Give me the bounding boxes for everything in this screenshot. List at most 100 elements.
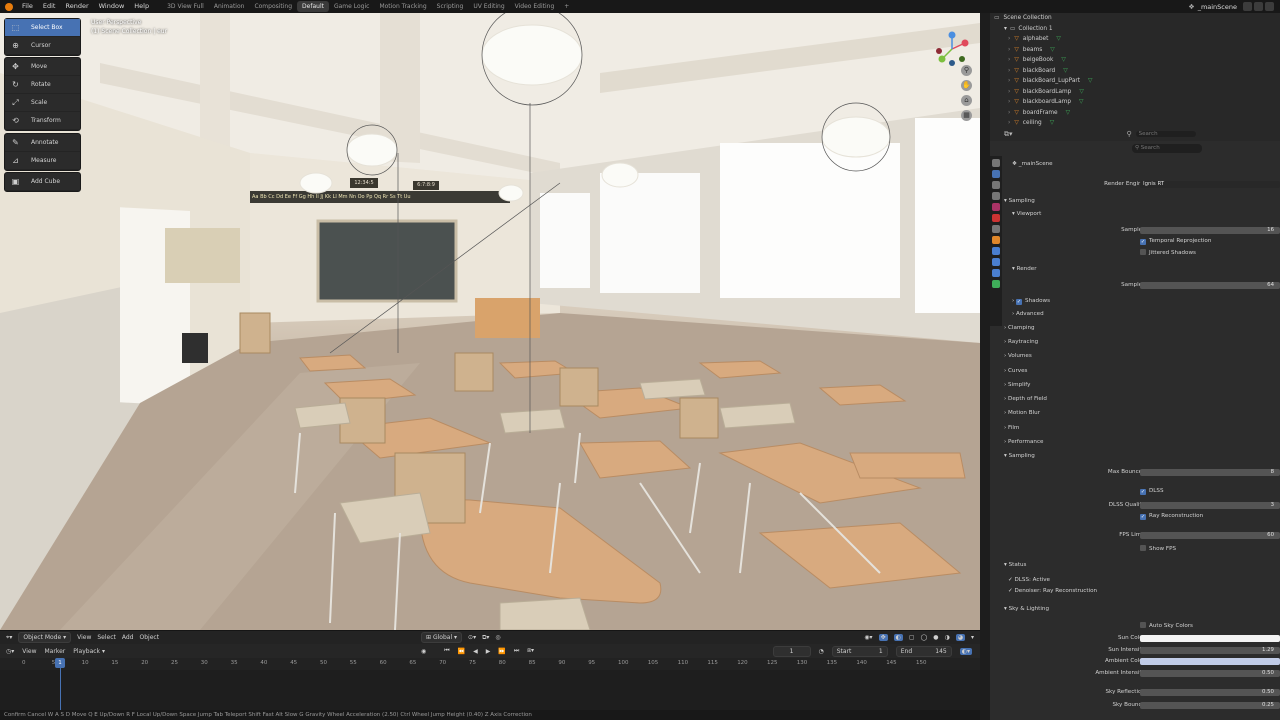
sky-reflection-field[interactable]: 0.50 <box>1140 689 1280 696</box>
frame-ruler[interactable]: 0 5 10 15 20 25 30 35 40 45 50 55 60 65 70 75 80 85 90 95 10… <box>0 658 980 670</box>
panel-raytracing[interactable]: › Raytracing <box>1004 339 1038 345</box>
view-layer-tab-icon[interactable] <box>992 192 1000 200</box>
timeline-editor-icon[interactable]: ◷▾ <box>6 648 14 655</box>
outliner-item[interactable]: › ▽ beams ▽ <box>990 45 1280 56</box>
fps-limit-field[interactable]: 60 <box>1140 532 1280 539</box>
expand-arrow-icon[interactable]: › <box>1008 120 1010 126</box>
panel-sky-lighting[interactable]: ▾ Sky & Lighting <box>1004 606 1049 612</box>
expand-arrow-icon[interactable]: › <box>1008 57 1010 63</box>
tool-scale[interactable]: ⤢ Scale <box>5 94 80 112</box>
new-scene-icon[interactable] <box>1243 2 1252 11</box>
tool-measure[interactable]: ⊿ Measure <box>5 152 80 170</box>
tool-move[interactable]: ✥ Move <box>5 58 80 76</box>
menu-select[interactable]: Select <box>97 634 116 641</box>
next-key-icon[interactable]: ⏩ <box>498 648 505 655</box>
expand-arrow-icon[interactable]: ▾ <box>1004 26 1007 32</box>
expand-arrow-icon[interactable]: › <box>1008 110 1010 116</box>
show-fps-checkbox[interactable]: Show FPS <box>1140 545 1176 552</box>
expand-arrow-icon[interactable]: › <box>1008 36 1010 42</box>
collection-tab-icon[interactable] <box>992 225 1000 233</box>
jump-start-icon[interactable]: ⏮ <box>444 647 449 655</box>
tab-game-logic[interactable]: Game Logic <box>329 0 374 13</box>
ray-reconstruction-checkbox[interactable]: ✓ Ray Reconstruction <box>1140 513 1203 520</box>
delete-scene-icon[interactable] <box>1254 2 1263 11</box>
expand-arrow-icon[interactable]: › <box>1008 89 1010 95</box>
temporal-reprojection-checkbox[interactable]: ✓ Temporal Reprojection <box>1140 238 1211 245</box>
expand-arrow-icon[interactable]: › <box>1008 99 1010 105</box>
panel-sampling[interactable]: ▾ Sampling <box>1004 198 1035 204</box>
tab-uv-editing[interactable]: UV Editing <box>468 0 509 13</box>
outliner-item[interactable]: › ▽ boardFrame ▽ <box>990 108 1280 119</box>
xray-icon[interactable]: ▢ <box>909 634 915 641</box>
menu-add[interactable]: Add <box>122 634 134 641</box>
shading-solid-icon[interactable]: ● <box>933 634 938 641</box>
ambient-color-swatch[interactable] <box>1140 658 1280 665</box>
tool-add-cube[interactable]: ▣ Add Cube <box>5 173 80 191</box>
jittered-shadows-checkbox[interactable]: Jittered Shadows <box>1140 249 1196 256</box>
tool-cursor[interactable]: ⊕ Cursor <box>5 37 80 55</box>
menu-object[interactable]: Object <box>140 634 160 641</box>
dlss-checkbox[interactable]: ✓ DLSS <box>1140 488 1164 495</box>
subpanel-advanced[interactable]: › Advanced <box>1012 311 1044 317</box>
snap-icon[interactable]: ⧉▾ <box>482 634 489 642</box>
proportional-edit-icon[interactable]: ◎ <box>495 634 500 641</box>
subpanel-shadows[interactable]: › ✓ Shadows <box>1012 298 1050 305</box>
outliner-item[interactable]: › ▽ blackboardLamp ▽ <box>990 97 1280 108</box>
playback-dropdown[interactable]: Playback ▾ <box>73 648 105 655</box>
orientation-dropdown[interactable]: ⊞ Global ▾ <box>421 632 463 643</box>
auto-sky-colors-checkbox[interactable]: Auto Sky Colors <box>1140 622 1193 629</box>
render-tab-icon[interactable] <box>992 170 1000 178</box>
jump-end-icon[interactable]: ⏭ <box>514 647 519 655</box>
shading-options-icon[interactable]: ▾ <box>971 634 974 641</box>
preview-range-icon[interactable]: ◔ <box>819 648 824 655</box>
add-workspace-button[interactable]: + <box>559 0 574 13</box>
panel-status[interactable]: ▾ Status <box>1004 562 1026 568</box>
perspective-toggle-icon[interactable]: ▦ <box>961 110 972 121</box>
outliner-item[interactable]: › ▽ ceiling ▽ <box>990 118 1280 129</box>
panel-film[interactable]: › Film <box>1004 425 1019 431</box>
panel-volumes[interactable]: › Volumes <box>1004 353 1032 359</box>
subpanel-viewport[interactable]: ▾ Viewport <box>1012 211 1041 217</box>
view-layer-icon[interactable] <box>1265 2 1274 11</box>
timeline-menu-view[interactable]: View <box>22 648 36 655</box>
visibility-icon[interactable]: ◉▾ <box>864 634 872 641</box>
outliner-item[interactable]: › ▽ beigeBook ▽ <box>990 55 1280 66</box>
play-icon[interactable]: ▶ <box>486 648 491 655</box>
tool-annotate[interactable]: ✎ Annotate <box>5 134 80 152</box>
menu-view[interactable]: View <box>77 634 91 641</box>
menu-edit[interactable]: Edit <box>38 0 61 13</box>
shading-material-icon[interactable]: ◑ <box>944 634 949 641</box>
blender-logo-icon[interactable] <box>5 2 13 11</box>
outliner-root[interactable]: ▭ Scene Collection <box>990 13 1280 24</box>
outliner-item[interactable]: › ▽ blackBoard_LupPart ▽ <box>990 76 1280 87</box>
outliner-item[interactable]: › ▽ blackBoard ▽ <box>990 66 1280 77</box>
tool-transform[interactable]: ⟲ Transform <box>5 112 80 130</box>
data-tab-icon[interactable] <box>992 280 1000 288</box>
tool-tab-icon[interactable] <box>992 159 1000 167</box>
tab-video-editing[interactable]: Video Editing <box>510 0 560 13</box>
camera-view-icon[interactable]: ⌂ <box>961 95 972 106</box>
timeline-menu-marker[interactable]: Marker <box>45 648 66 655</box>
tab-motion-tracking[interactable]: Motion Tracking <box>374 0 431 13</box>
keying-icon[interactable]: ⧈▾ <box>527 647 534 655</box>
tab-compositing[interactable]: Compositing <box>249 0 297 13</box>
pan-icon[interactable]: ✋ <box>961 80 972 91</box>
menu-help[interactable]: Help <box>129 0 154 13</box>
editor-type-icon[interactable]: ⌖▾ <box>6 634 12 642</box>
menu-file[interactable]: File <box>17 0 38 13</box>
viewport-samples-field[interactable]: 16 <box>1140 227 1280 234</box>
playhead[interactable]: 1 <box>55 658 65 668</box>
panel-sampling-2[interactable]: ▾ Sampling <box>1004 453 1035 459</box>
expand-arrow-icon[interactable]: › <box>1008 78 1010 84</box>
sky-bounce-field[interactable]: 0.25 <box>1140 702 1280 709</box>
tab-default[interactable]: Default <box>297 1 329 12</box>
tab-scripting[interactable]: Scripting <box>432 0 469 13</box>
subpanel-render[interactable]: ▾ Render <box>1012 266 1037 272</box>
ambient-intensity-field[interactable]: 0.50 <box>1140 670 1280 677</box>
overlay-toggle-icon[interactable]: ◐ <box>893 634 903 641</box>
world-tab-icon[interactable] <box>992 214 1000 222</box>
scene-tab-icon[interactable] <box>992 203 1000 211</box>
output-tab-icon[interactable] <box>992 181 1000 189</box>
play-reverse-icon[interactable]: ◀ <box>473 648 478 655</box>
max-bounces-field[interactable]: 8 <box>1140 469 1280 476</box>
